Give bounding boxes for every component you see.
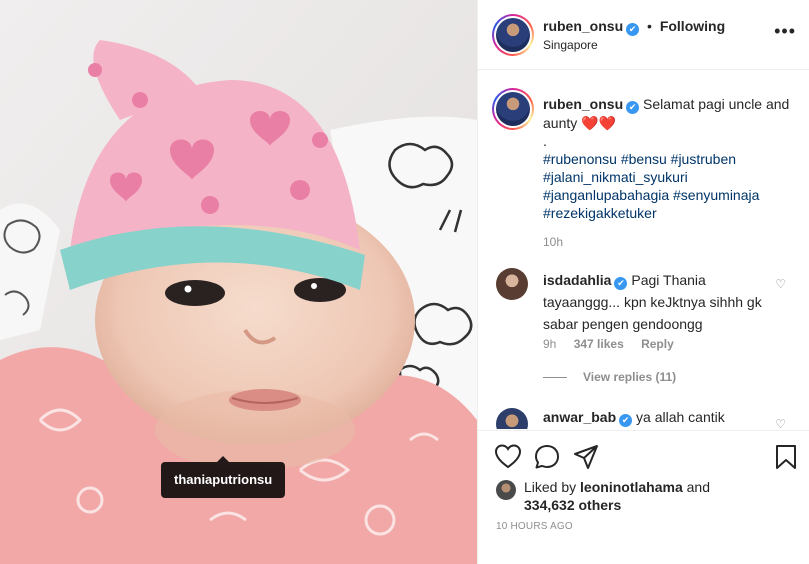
post-actions: Liked by leoninotlahama and 334,632 othe… <box>478 430 809 564</box>
post-photo[interactable]: thaniaputrionsu <box>0 0 477 564</box>
liked-by-text: Liked by leoninotlahama and 334,632 othe… <box>524 478 784 514</box>
comments-list[interactable]: ruben_onsu ✔ Selamat pagi uncle and aunty… <box>478 71 809 429</box>
hashtags-line-3[interactable]: #janganlupabahagia #senyuminaja <box>543 187 759 203</box>
post-timestamp[interactable]: 10 HOURS AGO <box>496 521 573 532</box>
verified-badge-icon: ✔ <box>626 101 640 114</box>
more-options-icon[interactable]: ••• <box>774 22 796 40</box>
comment-like-heart-icon[interactable]: ♡ <box>775 277 786 291</box>
share-icon[interactable] <box>572 443 600 471</box>
comment-text: ya allah cantik <box>636 409 725 425</box>
hashtags-line-1[interactable]: #rubenonsu #bensu #justruben <box>543 151 736 167</box>
comment-like-heart-icon[interactable]: ♡ <box>775 417 786 429</box>
liker-avatar[interactable] <box>496 480 516 500</box>
liked-by-prefix: Liked by <box>524 479 577 495</box>
likes-count[interactable]: 334,632 others <box>524 497 621 513</box>
comment-meta: 9h 347 likes Reply <box>543 337 688 351</box>
hashtags-line-4[interactable]: #rezekigakketuker <box>543 205 657 221</box>
comment-username[interactable]: isdadahlia <box>543 272 611 288</box>
hearts-emoji: ❤️❤️ <box>581 115 617 131</box>
comment-likes-count[interactable]: 347 likes <box>574 337 624 351</box>
view-replies-button[interactable]: View replies (11) <box>543 370 676 384</box>
comment-bubble-icon[interactable] <box>533 443 561 471</box>
user-tag-label[interactable]: thaniaputrionsu <box>161 456 286 498</box>
author-username[interactable]: ruben_onsu <box>543 18 623 34</box>
bookmark-icon[interactable] <box>772 443 800 471</box>
caption-dot: . <box>543 133 547 149</box>
location-link[interactable]: Singapore <box>543 38 598 52</box>
author-avatar[interactable] <box>492 14 534 56</box>
comment: isdadahlia ✔ Pagi Thania tayaanggg... kpn… <box>543 269 768 335</box>
view-replies-label: View replies (11) <box>583 370 677 384</box>
liked-by-joiner: and <box>686 479 710 495</box>
replies-divider-line <box>543 377 567 379</box>
commenter-avatar[interactable] <box>496 268 528 300</box>
following-button[interactable]: Following <box>660 18 725 34</box>
caption: ruben_onsu ✔ Selamat pagi uncle and aunty… <box>543 95 798 222</box>
post-sidebar: ruben_onsu ✔ • Following Singapore ••• ru… <box>477 0 809 564</box>
liked-by-username[interactable]: leoninotlahama <box>580 479 683 495</box>
comment-username[interactable]: anwar_bab <box>543 409 616 425</box>
commenter-avatar[interactable] <box>496 408 528 429</box>
verified-badge-icon: ✔ <box>614 277 628 290</box>
post-header: ruben_onsu ✔ • Following Singapore ••• <box>478 0 809 70</box>
separator-dot: • <box>647 18 652 34</box>
like-heart-icon[interactable] <box>494 443 522 471</box>
caption-username[interactable]: ruben_onsu <box>543 96 623 112</box>
comment-time[interactable]: 9h <box>543 337 556 351</box>
caption-time[interactable]: 10h <box>543 235 563 249</box>
verified-badge-icon: ✔ <box>619 414 633 427</box>
comment: anwar_bab ✔ ya allah cantik <box>543 409 725 427</box>
verified-badge-icon: ✔ <box>626 23 640 36</box>
caption-author-avatar[interactable] <box>492 88 534 130</box>
hashtags-line-2[interactable]: #jalani_nikmati_syukuri <box>543 169 688 185</box>
comment-reply-button[interactable]: Reply <box>641 337 674 351</box>
author-line: ruben_onsu ✔ • Following <box>543 18 725 36</box>
